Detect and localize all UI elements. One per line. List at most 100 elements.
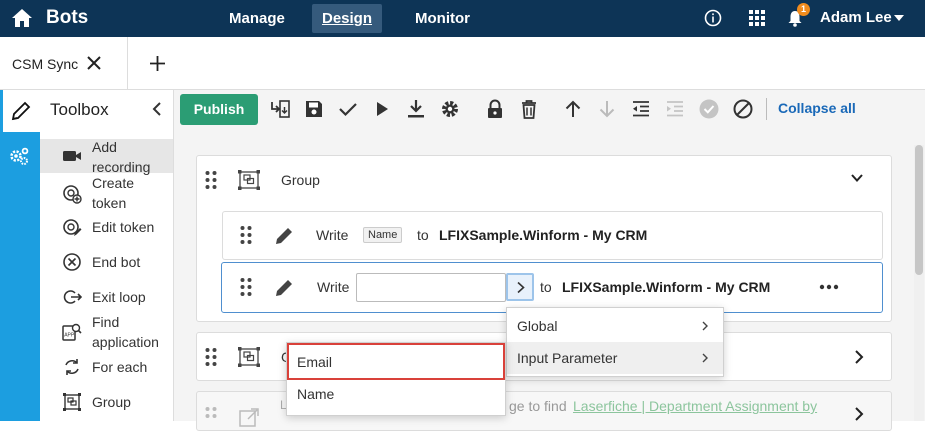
chevron-down-icon[interactable] <box>894 15 904 21</box>
scrollbar-thumb[interactable] <box>915 145 923 275</box>
toolbox-item-label: Exit loop <box>92 289 146 305</box>
step-verb: Write <box>316 227 349 243</box>
chevron-right-icon[interactable] <box>852 406 866 422</box>
exit-loop-icon <box>63 290 82 304</box>
step-link[interactable]: Laserfiche | Department Assignment by <box>573 398 817 414</box>
token-category-menu: Global Input Parameter <box>506 307 724 377</box>
toolbox-item-label: Create token <box>92 175 135 211</box>
group-card: Group Write Name to LFIXSample.Winform -… <box>196 155 892 322</box>
pencil-icon <box>276 228 292 244</box>
menu-item-label: Global <box>517 318 558 334</box>
info-icon[interactable] <box>704 9 722 27</box>
highlight-box <box>287 343 505 380</box>
find-application-icon: APP <box>62 323 82 341</box>
drag-handle-icon[interactable] <box>239 225 253 245</box>
indent-icon <box>667 101 683 117</box>
toolbox-item-label: End bot <box>92 254 141 270</box>
step-to: to <box>417 227 429 243</box>
notification-badge: 1 <box>797 3 810 16</box>
plus-icon[interactable] <box>149 55 166 72</box>
check-circle-icon <box>699 99 719 119</box>
app-title[interactable]: Bots <box>46 7 88 29</box>
arrow-down-icon <box>599 101 615 118</box>
nav-monitor[interactable]: Monitor <box>405 4 480 33</box>
toolbar-divider <box>766 98 767 120</box>
drag-handle-icon[interactable] <box>204 170 218 190</box>
menu-item-global[interactable]: Global <box>507 310 723 342</box>
chevron-right-icon[interactable] <box>852 349 866 365</box>
collapse-all-link[interactable]: Collapse all <box>778 100 856 116</box>
home-icon[interactable] <box>11 8 33 28</box>
toolbox-panel: Toolbox Add recording Create token Edit … <box>40 90 174 421</box>
trash-icon[interactable] <box>518 98 540 120</box>
toolbox-item-add-recording[interactable]: Add recording <box>40 139 173 175</box>
chevron-down-icon[interactable] <box>849 170 865 186</box>
left-rail <box>0 90 40 421</box>
edit-token-icon <box>63 219 82 236</box>
rail-item-toolbox[interactable] <box>0 90 40 132</box>
toolbox-item-for-each[interactable]: For each <box>40 356 173 384</box>
svg-text:APP: APP <box>64 333 75 339</box>
drag-handle-icon[interactable] <box>204 406 218 426</box>
toolbox-item-group[interactable]: Group <box>40 391 173 419</box>
step-text: ge to find <box>509 398 567 414</box>
save-as-icon[interactable] <box>269 98 291 120</box>
step-target: LFIXSample.Winform - My CRM <box>562 279 771 295</box>
lock-icon[interactable] <box>484 98 506 120</box>
toolbox-item-find-application[interactable]: APP Find application <box>40 314 173 353</box>
group-icon <box>63 393 81 411</box>
write-step[interactable]: Write Name to LFIXSample.Winform - My CR… <box>222 211 883 260</box>
video-camera-icon <box>63 151 81 161</box>
drag-handle-icon[interactable] <box>239 277 253 297</box>
group-icon <box>238 170 260 190</box>
value-input[interactable] <box>356 273 506 302</box>
nav-design[interactable]: Design <box>312 4 383 33</box>
drag-handle-icon[interactable] <box>204 347 218 367</box>
chevron-left-icon[interactable] <box>150 101 164 117</box>
download-icon[interactable] <box>405 98 427 120</box>
chevron-right-icon <box>517 281 525 294</box>
pencil-icon <box>276 280 292 296</box>
toolbox-title: Toolbox <box>50 100 109 119</box>
gear-icon[interactable] <box>439 98 461 120</box>
menu-item-input-parameter[interactable]: Input Parameter <box>507 342 723 374</box>
vertical-scrollbar[interactable] <box>914 145 924 421</box>
chevron-right-icon <box>702 321 708 331</box>
apps-grid-icon[interactable] <box>748 9 766 27</box>
tab-csm-sync[interactable]: CSM Sync <box>0 37 128 90</box>
toolbox-item-edit-token[interactable]: Edit token <box>40 215 173 243</box>
outdent-icon[interactable] <box>630 98 652 120</box>
play-icon[interactable] <box>371 98 393 120</box>
insert-token-button[interactable] <box>506 273 534 301</box>
toolbox-item-label: For each <box>92 359 148 375</box>
toolbox-item-label: Group <box>92 394 131 410</box>
write-step-active[interactable]: Write to LFIXSample.Winform - My CRM <box>221 262 883 313</box>
chevron-right-icon <box>702 353 708 363</box>
menu-item-label: Input Parameter <box>517 350 618 366</box>
group-icon <box>238 347 260 367</box>
end-bot-icon <box>63 253 81 271</box>
gears-icon[interactable] <box>8 146 30 168</box>
document-tab-bar: CSM Sync <box>0 37 925 90</box>
close-icon[interactable] <box>86 55 102 71</box>
user-name[interactable]: Adam Lee <box>820 9 892 26</box>
open-link-icon <box>239 408 259 427</box>
pencil-icon <box>11 101 31 121</box>
token-chip[interactable]: Name <box>363 227 403 243</box>
checkmark-icon[interactable] <box>337 98 359 120</box>
menu-item-name[interactable]: Name <box>287 378 505 410</box>
nav-manage[interactable]: Manage <box>219 4 295 33</box>
disable-icon[interactable] <box>732 98 754 120</box>
toolbox-item-label: Edit token <box>92 219 155 235</box>
tab-label: CSM Sync <box>12 56 79 72</box>
toolbox-item-exit-loop[interactable]: Exit loop <box>40 285 173 313</box>
arrow-up-icon[interactable] <box>562 98 584 120</box>
save-icon[interactable] <box>303 98 325 120</box>
top-nav-bar: Bots Manage Design Monitor 1 Adam Lee <box>0 0 925 37</box>
toolbox-item-end-bot[interactable]: End bot <box>40 250 173 278</box>
more-options-icon[interactable] <box>818 277 840 297</box>
publish-button[interactable]: Publish <box>180 94 258 125</box>
toolbox-item-label: Find application <box>92 314 159 350</box>
toolbox-item-label: Add recording <box>92 139 151 175</box>
toolbox-item-create-token[interactable]: Create token <box>40 175 173 213</box>
